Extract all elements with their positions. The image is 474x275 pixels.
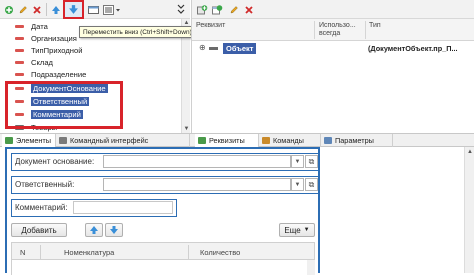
highlight-annotation: [5, 81, 123, 129]
more-button-label: Еще: [284, 225, 301, 235]
chevron-down-icon[interactable]: ▼: [291, 178, 304, 191]
move-up-icon: [90, 226, 98, 234]
tab-attributes[interactable]: Реквизиты: [195, 134, 259, 147]
column-used-line1: Использо...: [319, 22, 356, 29]
attribute-icon: [15, 24, 24, 29]
attribute-name: Объект: [223, 43, 257, 54]
chevron-down-icon: ▼: [303, 227, 310, 233]
tab-commands-label: Команды: [273, 136, 304, 145]
move-up-icon[interactable]: [49, 3, 63, 16]
add-table-icon[interactable]: [210, 3, 224, 16]
edit-icon[interactable]: [227, 3, 241, 16]
attribute-row-object[interactable]: ⊕ Объект (ДокументОбъект.пр_П...: [192, 42, 474, 55]
responsible-field: Ответственный: ▼ ⧉: [11, 176, 319, 194]
column-nomenclature[interactable]: Номенклатура: [64, 248, 114, 257]
command-interface-icon: [59, 137, 67, 144]
tab-parameters-label: Параметры: [335, 136, 374, 145]
tree-item-label: Подразделение: [31, 70, 87, 79]
form-preview: Документ основание: ▼ ⧉ Ответственный: ▼…: [5, 147, 320, 275]
tree-item-date[interactable]: Дата: [15, 21, 48, 32]
commands-icon: [262, 137, 270, 144]
document-basis-field: Документ основание: ▼ ⧉: [11, 153, 319, 171]
tree-item-label: Организация: [31, 34, 77, 43]
attribute-icon: [15, 72, 24, 77]
comment-label: Комментарий:: [15, 203, 68, 212]
chevron-down-icon[interactable]: [176, 3, 186, 16]
document-basis-label: Документ основание:: [15, 157, 95, 166]
open-icon[interactable]: ⧉: [305, 155, 318, 168]
expand-icon[interactable]: ⊕: [199, 43, 206, 52]
attribute-icon: [209, 47, 218, 50]
delete-icon[interactable]: [242, 3, 256, 16]
tab-elements-label: Элементы: [16, 136, 52, 145]
attribute-type: (ДокументОбъект.пр_П...: [368, 44, 458, 53]
attributes-icon: [198, 137, 206, 144]
move-down-icon: [110, 226, 118, 234]
comment-field: Комментарий:: [11, 199, 177, 217]
column-used[interactable]: Использо... всегда: [319, 22, 356, 38]
tab-command-interface[interactable]: Командный интерфейс: [56, 134, 190, 147]
add-attribute-icon[interactable]: [195, 3, 209, 16]
menu-icon[interactable]: [102, 3, 122, 16]
tree-item-organization[interactable]: Организация: [15, 33, 77, 44]
column-quantity[interactable]: Количество: [200, 248, 240, 257]
tab-attributes-label: Реквизиты: [209, 136, 245, 145]
attribute-icon: [15, 36, 24, 41]
tab-command-interface-label: Командный интерфейс: [70, 136, 149, 145]
responsible-label: Ответственный:: [15, 180, 75, 189]
move-down-button[interactable]: [63, 0, 84, 19]
edit-icon[interactable]: [16, 3, 30, 16]
tree-item-receipt-type[interactable]: ТипПриходной: [15, 45, 82, 56]
parameters-icon: [324, 137, 332, 144]
column-used-line2: всегда: [319, 30, 341, 37]
tree-item-label: Дата: [31, 22, 48, 31]
document-basis-input[interactable]: [103, 155, 291, 168]
window-icon[interactable]: [86, 3, 100, 16]
elements-icon: [5, 137, 13, 144]
tab-parameters[interactable]: Параметры: [321, 134, 393, 147]
attributes-header: Реквизит Использо... всегда Тип: [192, 19, 474, 41]
tree-item-department[interactable]: Подразделение: [15, 69, 86, 80]
tab-elements[interactable]: Элементы: [2, 134, 56, 147]
scroll-down-icon[interactable]: ▼: [183, 126, 190, 132]
elements-toolbar: [0, 0, 190, 19]
attributes-toolbar: [192, 0, 474, 19]
tree-item-label: Склад: [31, 58, 53, 67]
column-n[interactable]: N: [20, 248, 25, 257]
tree-item-warehouse[interactable]: Склад: [15, 57, 53, 68]
add-row-button[interactable]: Добавить: [11, 223, 67, 237]
form-empty-area: [320, 147, 474, 273]
chevron-down-icon[interactable]: ▼: [291, 155, 304, 168]
tree-item-label: ТипПриходной: [31, 46, 83, 55]
comment-input[interactable]: [73, 201, 173, 214]
open-icon[interactable]: ⧉: [305, 178, 318, 191]
attributes-pane: Реквизит Использо... всегда Тип ⊕ Объект …: [191, 0, 474, 133]
toolbar-separator: [46, 3, 47, 16]
move-down-button[interactable]: [105, 223, 123, 237]
attribute-icon: [15, 60, 24, 65]
responsible-input[interactable]: [103, 178, 291, 191]
goods-table-header: N Номенклатура Количество: [11, 242, 315, 260]
move-up-button[interactable]: [85, 223, 103, 237]
column-type[interactable]: Тип: [369, 22, 381, 30]
tab-bar: Элементы Командный интерфейс Реквизиты К…: [0, 133, 474, 147]
scroll-up-icon[interactable]: ▲: [467, 149, 473, 155]
attribute-icon: [15, 48, 24, 53]
tab-commands[interactable]: Команды: [259, 134, 321, 147]
delete-icon[interactable]: [30, 3, 44, 16]
column-attribute[interactable]: Реквизит: [196, 22, 225, 30]
add-icon[interactable]: [2, 3, 16, 16]
more-button[interactable]: Еще ▼: [279, 223, 315, 237]
form-scrollbar[interactable]: ▲: [464, 147, 474, 273]
